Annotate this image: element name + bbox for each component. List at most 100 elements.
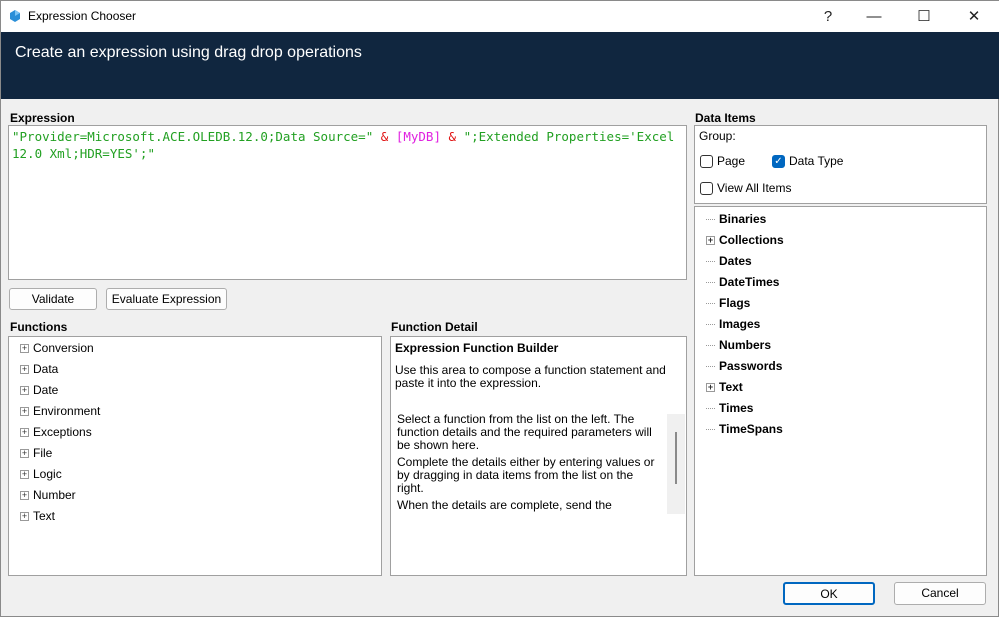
checkbox-unchecked-icon[interactable] [700, 182, 713, 196]
data-type-checkbox-label: Data Type [789, 154, 844, 168]
expr-operator: & [380, 129, 389, 144]
tree-line-icon [706, 429, 715, 430]
function-category[interactable]: + Text [20, 506, 381, 527]
group-label: Group: [699, 129, 736, 143]
expr-variable: [MyDB] [395, 129, 441, 144]
data-item-label: Collections [719, 233, 784, 247]
data-item-label: DateTimes [719, 275, 780, 289]
window-title: Expression Chooser [28, 9, 137, 23]
function-builder-title: Expression Function Builder [395, 341, 559, 355]
expand-icon[interactable]: + [20, 470, 29, 479]
function-category-label: File [33, 446, 53, 460]
function-category-label: Environment [33, 404, 101, 418]
data-item-group[interactable]: Images [706, 314, 986, 335]
checkbox-checked-icon[interactable]: ✓ [772, 155, 785, 169]
group-options: Group: Page ✓ Data Type View All Items [694, 125, 987, 204]
data-item-group[interactable]: Flags [706, 293, 986, 314]
function-category-label: Text [33, 509, 56, 523]
function-builder-intro: Use this area to compose a function stat… [395, 363, 666, 390]
checkbox-unchecked-icon[interactable] [700, 155, 713, 169]
tree-line-icon [706, 366, 715, 367]
page-checkbox[interactable]: Page [700, 154, 746, 169]
close-button[interactable]: ✕ [951, 1, 997, 32]
tree-line-icon [706, 408, 715, 409]
ok-button[interactable]: OK [783, 582, 875, 605]
data-item-label: Dates [719, 254, 752, 268]
expand-icon[interactable]: + [20, 365, 29, 374]
data-item-label: TimeSpans [719, 422, 783, 436]
data-items-label: Data Items [695, 111, 756, 125]
data-item-label: Images [719, 317, 761, 331]
data-item-label: Flags [719, 296, 751, 310]
function-category[interactable]: + File [20, 443, 381, 464]
data-item-group[interactable]: + Collections [706, 230, 986, 251]
function-category-label: Data [33, 362, 59, 376]
expr-operator: & [448, 129, 457, 144]
tree-line-icon [706, 219, 715, 220]
function-category[interactable]: + Environment [20, 401, 381, 422]
app-icon [8, 9, 22, 23]
data-item-group[interactable]: Numbers [706, 335, 986, 356]
function-category[interactable]: + Number [20, 485, 381, 506]
tree-line-icon [706, 324, 715, 325]
function-category[interactable]: + Conversion [20, 338, 381, 359]
expand-icon[interactable]: + [20, 344, 29, 353]
title-bar: Expression Chooser ? — ☐ ✕ [1, 1, 999, 32]
data-item-group[interactable]: + Text [706, 377, 986, 398]
tree-line-icon [706, 261, 715, 262]
data-item-label: Times [719, 401, 754, 415]
expression-label: Expression [10, 111, 75, 125]
expr-string-1: "Provider=Microsoft.ACE.OLEDB.12.0;Data … [12, 129, 381, 144]
data-item-group[interactable]: Dates [706, 251, 986, 272]
evaluate-expression-button[interactable]: Evaluate Expression [106, 288, 227, 310]
data-item-label: Numbers [719, 338, 772, 352]
data-item-group[interactable]: DateTimes [706, 272, 986, 293]
validate-button[interactable]: Validate [9, 288, 97, 310]
expand-icon[interactable]: + [706, 383, 715, 392]
detail-paragraph: Select a function from the list on the l… [397, 412, 652, 452]
page-checkbox-label: Page [717, 154, 746, 168]
data-item-group[interactable]: Times [706, 398, 986, 419]
data-item-label: Passwords [719, 359, 783, 373]
data-items-tree[interactable]: Binaries + Collections Dates DateTimes Flags I… [694, 206, 987, 576]
data-item-group[interactable]: Passwords [706, 356, 986, 377]
detail-paragraph: Complete the details either by entering … [397, 455, 655, 495]
help-button[interactable]: ? [805, 1, 851, 32]
cancel-button[interactable]: Cancel [894, 582, 986, 605]
detail-paragraph: When the details are complete, send the [397, 498, 612, 512]
detail-scrollbar[interactable] [667, 414, 685, 514]
function-category[interactable]: + Exceptions [20, 422, 381, 443]
data-item-label: Binaries [719, 212, 767, 226]
tree-line-icon [706, 282, 715, 283]
function-category-label: Conversion [33, 341, 94, 355]
expand-icon[interactable]: + [706, 236, 715, 245]
data-item-label: Text [719, 380, 743, 394]
function-category[interactable]: + Date [20, 380, 381, 401]
expand-icon[interactable]: + [20, 407, 29, 416]
tree-line-icon [706, 345, 715, 346]
data-item-group[interactable]: TimeSpans [706, 419, 986, 440]
expand-icon[interactable]: + [20, 449, 29, 458]
data-item-group[interactable]: Binaries [706, 209, 986, 230]
function-category-label: Number [33, 488, 76, 502]
header-banner: Create an expression using drag drop ope… [1, 32, 999, 99]
data-type-checkbox[interactable]: ✓ Data Type [772, 154, 844, 169]
expand-icon[interactable]: + [20, 386, 29, 395]
function-category[interactable]: + Logic [20, 464, 381, 485]
view-all-items-checkbox[interactable]: View All Items [700, 181, 792, 196]
view-all-items-label: View All Items [717, 181, 792, 195]
function-detail-panel: Expression Function Builder Use this are… [390, 336, 687, 576]
expand-icon[interactable]: + [20, 512, 29, 521]
scrollbar-thumb[interactable] [675, 432, 677, 484]
tree-line-icon [706, 303, 715, 304]
function-category-label: Date [33, 383, 59, 397]
maximize-button[interactable]: ☐ [901, 1, 947, 32]
expression-input[interactable]: "Provider=Microsoft.ACE.OLEDB.12.0;Data … [8, 125, 687, 280]
function-category[interactable]: + Data [20, 359, 381, 380]
expand-icon[interactable]: + [20, 428, 29, 437]
expand-icon[interactable]: + [20, 491, 29, 500]
minimize-button[interactable]: — [851, 1, 897, 32]
function-category-label: Exceptions [33, 425, 92, 439]
functions-tree[interactable]: + Conversion + Data + Date + Environment + Except… [8, 336, 382, 576]
header-title: Create an expression using drag drop ope… [15, 44, 362, 61]
